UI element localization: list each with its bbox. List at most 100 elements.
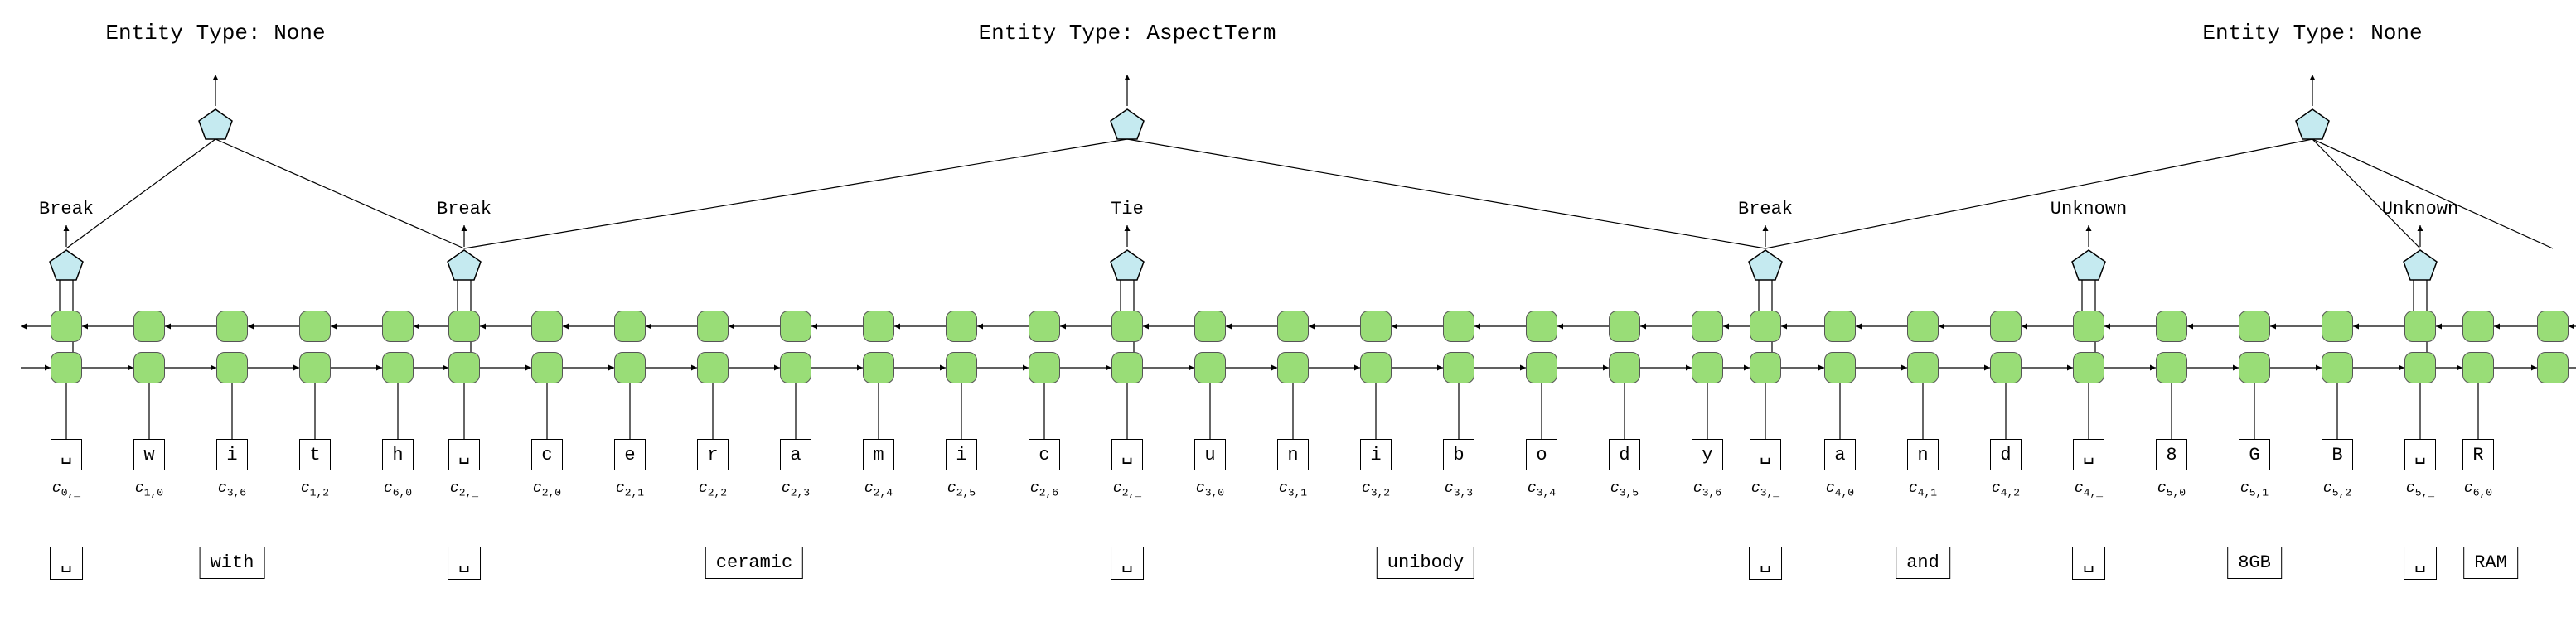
char-box: r	[697, 439, 729, 470]
entity-type-label: Entity Type: None	[2202, 21, 2422, 46]
rnn-cell-backward	[133, 311, 165, 342]
rnn-cell-backward	[697, 311, 729, 342]
rnn-cell-backward	[1526, 311, 1557, 342]
char-box: n	[1907, 439, 1939, 470]
decision-pentagon	[1109, 248, 1145, 282]
char-subscript: c3,6	[1693, 480, 1721, 499]
rnn-cell-backward	[1111, 311, 1143, 342]
rnn-cell-backward	[863, 311, 894, 342]
char-box: i	[216, 439, 248, 470]
char-box: n	[1277, 439, 1309, 470]
char-box: d	[1990, 439, 2022, 470]
decision-label: Break	[437, 199, 491, 219]
char-subscript: c2,0	[533, 480, 561, 499]
word-box: and	[1896, 547, 1950, 579]
rnn-cell-forward	[863, 352, 894, 383]
char-subscript: c2,5	[947, 480, 976, 499]
rnn-cell-forward	[2322, 352, 2353, 383]
rnn-cell-forward	[216, 352, 248, 383]
rnn-cell-backward	[382, 311, 414, 342]
rnn-cell-forward	[2462, 352, 2494, 383]
rnn-cell-backward	[2156, 311, 2187, 342]
word-box: ceramic	[705, 547, 803, 579]
char-subscript: c5,2	[2323, 480, 2351, 499]
char-box: G	[2239, 439, 2270, 470]
decision-pentagon	[2070, 248, 2107, 282]
decision-pentagon	[2402, 248, 2438, 282]
char-subscript: c6,0	[2464, 480, 2492, 499]
word-box: ␣	[50, 547, 83, 580]
rnn-cell-backward	[2462, 311, 2494, 342]
char-subscript: c3,4	[1528, 480, 1556, 499]
rnn-cell-backward	[531, 311, 563, 342]
char-subscript: c4,1	[1909, 480, 1937, 499]
word-box: ␣	[2072, 547, 2105, 580]
char-subscript: c3,0	[1196, 480, 1224, 499]
char-subscript: c4,2	[1992, 480, 2020, 499]
rnn-cell-forward	[531, 352, 563, 383]
char-box: ␣	[51, 439, 82, 470]
rnn-cell-backward	[946, 311, 977, 342]
decision-label: Unknown	[2382, 199, 2458, 219]
rnn-cell-backward	[2073, 311, 2104, 342]
rnn-cell-backward	[1194, 311, 1226, 342]
char-box: i	[1360, 439, 1392, 470]
rnn-cell-forward	[2404, 352, 2436, 383]
rnn-cell-forward	[382, 352, 414, 383]
char-subscript: c3,2	[1362, 480, 1390, 499]
rnn-cell-backward	[1443, 311, 1474, 342]
rnn-cell-forward	[299, 352, 331, 383]
decision-label: Break	[39, 199, 94, 219]
decision-pentagon	[48, 248, 85, 282]
entity-type-label: Entity Type: AspectTerm	[979, 21, 1276, 46]
rnn-cell-forward	[1609, 352, 1640, 383]
char-subscript: c0,_	[52, 480, 80, 499]
char-box: B	[2322, 439, 2353, 470]
decision-label: Break	[1738, 199, 1793, 219]
word-box: RAM	[2463, 547, 2518, 579]
char-box: a	[1824, 439, 1856, 470]
rnn-cell-forward	[946, 352, 977, 383]
char-subscript: c1,0	[135, 480, 163, 499]
rnn-cell-backward	[299, 311, 331, 342]
rnn-cell-forward	[1360, 352, 1392, 383]
rnn-cell-backward	[1692, 311, 1723, 342]
rnn-cell-forward	[2156, 352, 2187, 383]
char-subscript: c5,_	[2406, 480, 2434, 499]
rnn-cell-forward	[1443, 352, 1474, 383]
char-box: ␣	[1750, 439, 1781, 470]
char-subscript: c2,3	[782, 480, 810, 499]
word-box: ␣	[1749, 547, 1782, 580]
rnn-cell-backward	[2404, 311, 2436, 342]
word-box: ␣	[448, 547, 481, 580]
char-box: ␣	[2404, 439, 2436, 470]
rnn-cell-forward	[1824, 352, 1856, 383]
rnn-cell-backward	[2537, 311, 2569, 342]
entity-type-label: Entity Type: None	[105, 21, 325, 46]
rnn-cell-backward	[1907, 311, 1939, 342]
rnn-cell-backward	[614, 311, 646, 342]
nn-diagram: Entity Type: None Entity Type: AspectTerm…	[17, 17, 2559, 600]
char-box: R	[2462, 439, 2494, 470]
char-box: e	[614, 439, 646, 470]
rnn-cell-forward	[1526, 352, 1557, 383]
word-box: ␣	[2404, 547, 2437, 580]
entity-pentagon	[1109, 108, 1145, 141]
rnn-cell-backward	[1750, 311, 1781, 342]
char-box: m	[863, 439, 894, 470]
rnn-cell-forward	[448, 352, 480, 383]
rnn-cell-forward	[2073, 352, 2104, 383]
char-subscript: c5,0	[2157, 480, 2186, 499]
char-subscript: c2,4	[864, 480, 893, 499]
rnn-cell-backward	[51, 311, 82, 342]
char-box: w	[133, 439, 165, 470]
rnn-cell-backward	[1609, 311, 1640, 342]
char-box: a	[780, 439, 811, 470]
char-box: o	[1526, 439, 1557, 470]
char-box: ␣	[1111, 439, 1143, 470]
char-subscript: c3,5	[1610, 480, 1639, 499]
rnn-cell-backward	[448, 311, 480, 342]
word-box: ␣	[1111, 547, 1144, 580]
rnn-cell-forward	[1194, 352, 1226, 383]
rnn-cell-forward	[2239, 352, 2270, 383]
